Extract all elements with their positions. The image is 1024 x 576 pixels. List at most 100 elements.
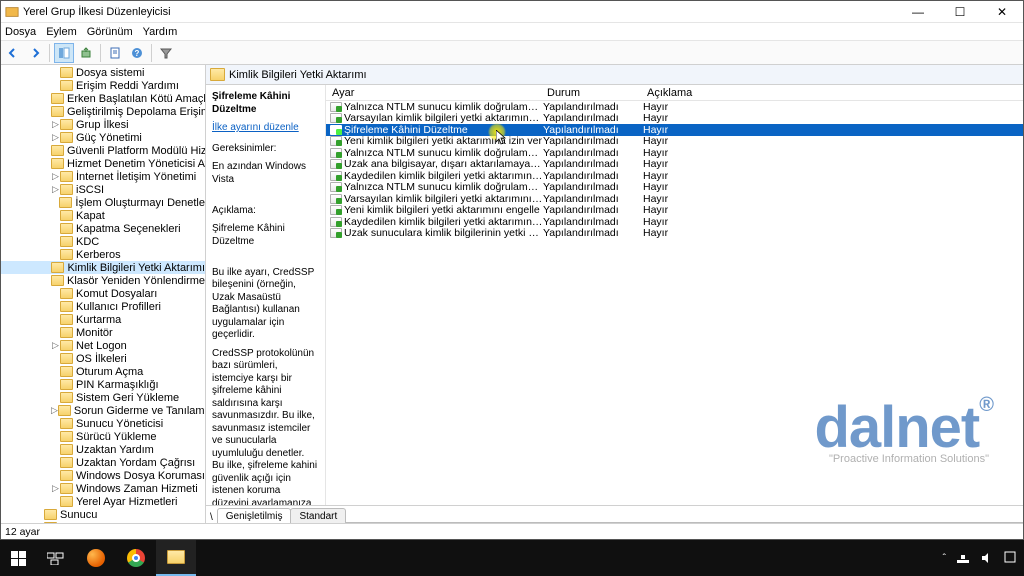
chrome-button[interactable] [116, 540, 156, 576]
tree-item[interactable]: ▷Sorun Giderme ve Tanılama [1, 404, 205, 417]
start-button[interactable] [0, 540, 36, 576]
setting-row[interactable]: Varsayılan kimlik bilgileri yetki aktarı… [326, 193, 1023, 205]
menu-help[interactable]: Yardım [143, 26, 178, 38]
menu-action[interactable]: Eylem [46, 26, 77, 38]
tree-item[interactable]: Sistem Geri Yükleme [1, 391, 205, 404]
close-button[interactable]: ✕ [981, 1, 1023, 22]
system-tray[interactable]: ˆ [943, 551, 1024, 565]
col-state[interactable]: Durum [541, 87, 641, 99]
tree-item[interactable]: Oturum Açma [1, 365, 205, 378]
tab-extended[interactable]: Genişletilmiş [217, 508, 292, 523]
tree-item[interactable]: Sunucu [1, 508, 205, 521]
tree-item[interactable]: Güvenli Platform Modülü Hizmetleri [1, 144, 205, 157]
tree-item[interactable]: Komut Dosyaları [1, 287, 205, 300]
setting-row[interactable]: Uzak ana bilgisayar, dışarı aktarılamaya… [326, 159, 1023, 171]
folder-icon [60, 379, 73, 390]
tree-item[interactable]: Windows Dosya Koruması [1, 469, 205, 482]
col-setting[interactable]: Ayar [326, 87, 541, 99]
tree-item-label: Grup İlkesi [76, 119, 129, 131]
explorer-button[interactable] [156, 540, 196, 576]
forward-button[interactable] [25, 43, 45, 63]
tree-item[interactable]: Klasör Yeniden Yönlendirme [1, 274, 205, 287]
tree-item[interactable]: Erişim Reddi Yardımı [1, 79, 205, 92]
setting-row[interactable]: Yeni kimlik bilgileri yetki aktarımına i… [326, 136, 1023, 148]
setting-row[interactable]: Şifreleme Kâhini DüzeltmeYapılandırılmad… [326, 124, 1023, 136]
watermark-logo: dalnet® [814, 394, 993, 461]
notifications-icon[interactable] [1004, 551, 1016, 565]
tree-item[interactable]: Dosya sistemi [1, 66, 205, 79]
setting-row[interactable]: Varsayılan kimlik bilgileri yetki aktarı… [326, 113, 1023, 125]
taskbar[interactable]: ˆ [0, 540, 1024, 576]
tree-item[interactable]: Uzaktan Yordam Çağrısı [1, 456, 205, 469]
help-button[interactable]: ? [127, 43, 147, 63]
setting-icon [330, 217, 342, 227]
tree-item[interactable]: Kurtarma [1, 313, 205, 326]
tree-item[interactable]: Kapatma Seçenekleri [1, 222, 205, 235]
tree-item-label: Windows Dosya Koruması [76, 470, 205, 482]
edit-policy-link[interactable]: İlke ayarını düzenle [212, 122, 299, 135]
tree-item[interactable]: Hizmet Denetim Yöneticisi Ayarları [1, 157, 205, 170]
folder-icon [60, 288, 73, 299]
folder-icon [60, 353, 73, 364]
tree-item[interactable]: KDC [1, 235, 205, 248]
tree-item[interactable]: ▷iSCSI [1, 183, 205, 196]
tree-item[interactable]: PIN Karmaşıklığı [1, 378, 205, 391]
setting-row[interactable]: Yalnızca NTLM sunucu kimlik doğrulamasıy… [326, 101, 1023, 113]
tree-item[interactable]: Geliştirilmiş Depolama Erişimi [1, 105, 205, 118]
setting-row[interactable]: Yalnızca NTLM sunucu kimlik doğrulamasıy… [326, 182, 1023, 194]
tree-item[interactable]: Uzaktan Yardım [1, 443, 205, 456]
tree-item[interactable]: Erken Başlatılan Kötü Amaçlı Yazılımdan … [1, 92, 205, 105]
tray-chevron-icon[interactable]: ˆ [943, 553, 946, 564]
tree-item[interactable]: OS İlkeleri [1, 352, 205, 365]
menu-file[interactable]: Dosya [5, 26, 36, 38]
tree-item[interactable]: Yerel Ayar Hizmetleri [1, 495, 205, 508]
tree-item[interactable]: ▷Güç Yönetimi [1, 131, 205, 144]
tree-item-label: Güç Yönetimi [76, 132, 142, 144]
cell-comment: Hayır [643, 193, 723, 205]
setting-row[interactable]: Uzak sunuculara kimlik bilgilerinin yetk… [326, 228, 1023, 240]
tree-item[interactable]: Monitör [1, 326, 205, 339]
taskview-button[interactable] [36, 540, 76, 576]
network-icon[interactable] [956, 551, 970, 565]
tree-item[interactable]: ▷İnternet İletişim Yönetimi [1, 170, 205, 183]
cell-setting: Şifreleme Kâhini Düzeltme [344, 124, 543, 136]
properties-button[interactable] [105, 43, 125, 63]
folder-icon [60, 470, 73, 481]
tree-pane[interactable]: Dosya sistemiErişim Reddi YardımıErken B… [1, 65, 206, 523]
settings-list[interactable]: Ayar Durum Açıklama Yalnızca NTLM sunucu… [326, 85, 1023, 505]
tree-item[interactable]: İşlem Oluşturmayı Denetle [1, 196, 205, 209]
tree-item[interactable]: ▷Grup İlkesi [1, 118, 205, 131]
firefox-button[interactable] [76, 540, 116, 576]
cell-state: Yapılandırılmadı [543, 135, 643, 147]
tree-item[interactable]: Kapat [1, 209, 205, 222]
tree-item-label: Uzaktan Yardım [76, 444, 154, 456]
tree-item[interactable]: ▷Net Logon [1, 339, 205, 352]
tree-item-label: Kullanıcı Profilleri [76, 301, 161, 313]
tree-item-label: Dosya sistemi [76, 67, 144, 79]
col-comment[interactable]: Açıklama [641, 87, 721, 99]
back-button[interactable] [3, 43, 23, 63]
maximize-button[interactable]: ☐ [939, 1, 981, 22]
tree-item-label: Klasör Yeniden Yönlendirme [67, 275, 205, 287]
setting-row[interactable]: Yeni kimlik bilgileri yetki aktarımını e… [326, 205, 1023, 217]
tree-item-label: Kapat [76, 210, 105, 222]
tree-item[interactable]: ▷Windows Bileşenleri [1, 521, 205, 523]
minimize-button[interactable]: — [897, 1, 939, 22]
folder-icon [60, 301, 73, 312]
tree-item[interactable]: ▷Windows Zaman Hizmeti [1, 482, 205, 495]
filter-button[interactable] [156, 43, 176, 63]
show-hide-tree-button[interactable] [54, 43, 74, 63]
setting-row[interactable]: Yalnızca NTLM sunucu kimlik doğrulamasıy… [326, 147, 1023, 159]
volume-icon[interactable] [980, 551, 994, 565]
tree-item[interactable]: Kimlik Bilgileri Yetki Aktarımı [1, 261, 205, 274]
tree-item[interactable]: Kerberos [1, 248, 205, 261]
tree-item[interactable]: Sürücü Yükleme [1, 430, 205, 443]
setting-row[interactable]: Kaydedilen kimlik bilgileri yetki aktarı… [326, 170, 1023, 182]
menu-view[interactable]: Görünüm [87, 26, 133, 38]
tree-item[interactable]: Sunucu Yöneticisi [1, 417, 205, 430]
export-button[interactable] [76, 43, 96, 63]
content-header: Kimlik Bilgileri Yetki Aktarımı [206, 65, 1023, 85]
tree-item[interactable]: Kullanıcı Profilleri [1, 300, 205, 313]
tab-standard[interactable]: Standart [290, 508, 346, 523]
setting-row[interactable]: Kaydedilen kimlik bilgileri yetki aktarı… [326, 216, 1023, 228]
